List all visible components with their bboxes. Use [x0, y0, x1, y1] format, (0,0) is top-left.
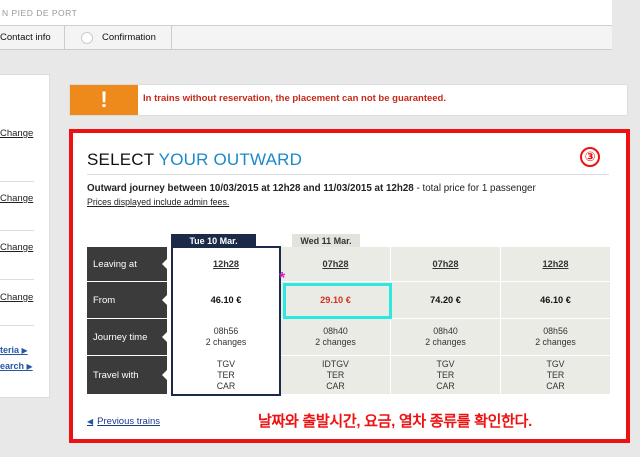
train-options-table: Leaving at 12h28 07h28 07h28 12h28 From …: [87, 246, 610, 407]
star-marker-icon: *: [279, 270, 286, 287]
change-link-1[interactable]: Change: [0, 128, 33, 139]
train-option-cell[interactable]: 12h28: [501, 247, 610, 281]
train-option-cell[interactable]: 08h40 2 changes: [391, 319, 500, 355]
row-label: Journey time: [87, 319, 168, 355]
train-option-cell[interactable]: TGV TER CAR: [172, 356, 280, 394]
exclamation-icon: !: [70, 85, 138, 115]
change-link-3[interactable]: Change: [0, 242, 33, 253]
step-confirmation[interactable]: Confirmation: [66, 26, 172, 50]
table-row-trains: Travel with TGV TER CAR IDTGV TER CAR TGV TER…: [87, 356, 610, 394]
change-link-2[interactable]: Change: [0, 193, 33, 204]
train-option-cell[interactable]: 12h28: [172, 247, 280, 281]
change-link-4[interactable]: Change: [0, 292, 33, 303]
train-option-cell[interactable]: 29.10 €: [281, 282, 390, 318]
train-option-cell[interactable]: TGV TER CAR: [501, 356, 610, 394]
step-confirmation-label: Confirmation: [102, 32, 156, 43]
row-label: Leaving at: [87, 247, 168, 281]
row-label: From: [87, 282, 168, 318]
divider: [0, 230, 34, 231]
train-option-cell[interactable]: 74.20 €: [391, 282, 500, 318]
date-tab-next[interactable]: Wed 11 Mar.: [292, 234, 360, 248]
divider: [87, 174, 609, 175]
step-contact-info[interactable]: Contact info: [0, 26, 65, 50]
train-option-cell[interactable]: 08h56 2 changes: [501, 319, 610, 355]
train-option-cell[interactable]: 07h28: [281, 247, 390, 281]
triangle-right-icon: ▶: [26, 362, 33, 371]
train-option-cell[interactable]: 08h56 2 changes: [172, 319, 280, 355]
step-circle-icon: [81, 32, 93, 44]
train-option-cell[interactable]: TGV TER CAR: [391, 356, 500, 394]
divider: [0, 181, 34, 182]
train-option-cell[interactable]: 07h28: [391, 247, 500, 281]
train-option-cell[interactable]: 08h40 2 changes: [281, 319, 390, 355]
outward-selection-panel: SELECT YOUR OUTWARD ③ Outward journey be…: [69, 129, 630, 443]
warning-text: In trains without reservation, the place…: [143, 93, 447, 104]
date-tab-selected[interactable]: Tue 10 Mar.: [171, 234, 256, 248]
top-bar: N PIED DE PORT: [0, 0, 612, 26]
train-option-cell[interactable]: 46.10 €: [501, 282, 610, 318]
booking-steps: Contact info Confirmation: [0, 26, 612, 50]
warning-banner: ! In trains without reservation, the pla…: [69, 84, 628, 116]
row-label: Travel with: [87, 356, 168, 394]
step-number-badge: ③: [580, 147, 600, 167]
divider: [0, 279, 34, 280]
table-row-duration: Journey time 08h56 2 changes 08h40 2 chang…: [87, 319, 610, 355]
train-option-cell[interactable]: 46.10 €: [172, 282, 280, 318]
triangle-right-icon: ▶: [21, 346, 28, 355]
triangle-left-icon: ◀: [87, 417, 94, 426]
journey-summary: Outward journey between 10/03/2015 at 12…: [87, 183, 536, 194]
prices-admin-fees-link[interactable]: Prices displayed include admin fees.: [87, 197, 229, 207]
train-option-cell[interactable]: IDTGV TER CAR: [281, 356, 390, 394]
page-title: SELECT YOUR OUTWARD: [87, 150, 303, 169]
table-row-leaving: Leaving at 12h28 07h28 07h28 12h28: [87, 247, 610, 281]
search-link[interactable]: earch ▶: [0, 361, 50, 371]
divider: [0, 325, 34, 326]
route-text: N PIED DE PORT: [2, 8, 78, 18]
previous-trains-link[interactable]: ◀ Previous trains: [87, 416, 160, 427]
annotation-text: 날짜와 출발시간, 요금, 열차 종류를 확인한다.: [258, 413, 532, 430]
left-summary-panel: Change Change Change Change teria ▶ earc…: [0, 74, 50, 398]
table-row-price: From 46.10 € 29.10 € 74.20 € 46.10 €: [87, 282, 610, 318]
criteria-link[interactable]: teria ▶: [0, 345, 50, 355]
